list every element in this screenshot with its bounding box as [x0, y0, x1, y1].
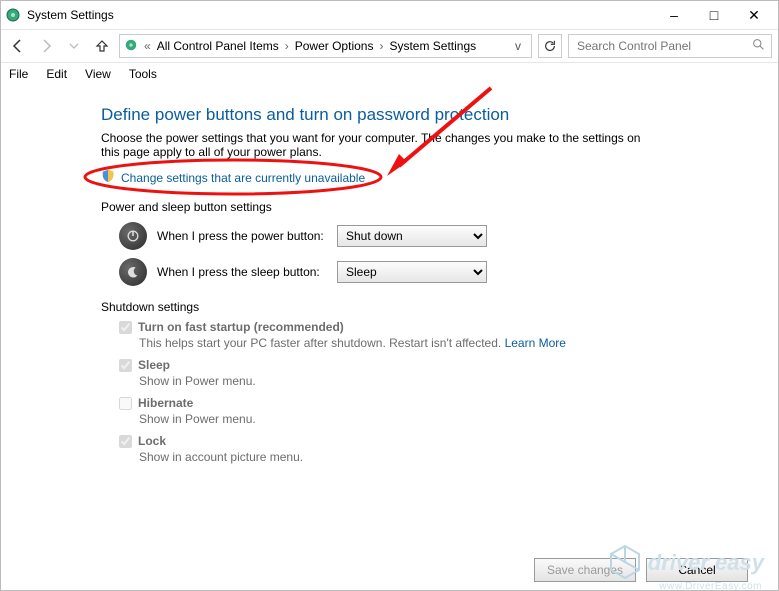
breadcrumb[interactable]: Power Options: [295, 39, 374, 53]
lock-checkbox[interactable]: [119, 435, 132, 448]
search-icon[interactable]: [752, 38, 765, 54]
page-intro: Choose the power settings that you want …: [101, 131, 661, 159]
sleep-button-label: When I press the sleep button:: [157, 265, 327, 279]
sleep-desc: Show in Power menu.: [139, 374, 758, 388]
menu-tools[interactable]: Tools: [129, 67, 157, 81]
fast-startup-label: Turn on fast startup (recommended): [138, 320, 344, 334]
breadcrumb-sep: «: [142, 39, 153, 53]
power-icon: [119, 222, 147, 250]
minimize-button[interactable]: –: [654, 1, 694, 29]
search-input[interactable]: [575, 38, 752, 54]
search-box[interactable]: [568, 34, 772, 58]
maximize-button[interactable]: □: [694, 1, 734, 29]
cancel-button[interactable]: Cancel: [646, 558, 748, 582]
section-power-sleep: Power and sleep button settings: [101, 200, 758, 214]
address-dropdown-icon[interactable]: v: [509, 39, 527, 53]
chevron-right-icon[interactable]: ›: [377, 39, 385, 53]
save-button[interactable]: Save changes: [534, 558, 636, 582]
forward-button[interactable]: [35, 35, 57, 57]
menu-edit[interactable]: Edit: [46, 67, 67, 81]
window-title: System Settings: [27, 8, 654, 22]
back-button[interactable]: [7, 35, 29, 57]
hibernate-desc: Show in Power menu.: [139, 412, 758, 426]
close-button[interactable]: ✕: [734, 1, 774, 29]
lock-desc: Show in account picture menu.: [139, 450, 758, 464]
fast-startup-desc: This helps start your PC faster after sh…: [139, 336, 505, 350]
shield-icon: [101, 169, 115, 186]
breadcrumb[interactable]: All Control Panel Items: [157, 39, 279, 53]
hibernate-checkbox[interactable]: [119, 397, 132, 410]
location-icon: [124, 38, 138, 55]
page-title: Define power buttons and turn on passwor…: [101, 105, 758, 125]
address-bar[interactable]: « All Control Panel Items › Power Option…: [119, 34, 532, 58]
breadcrumb[interactable]: System Settings: [389, 39, 476, 53]
menu-view[interactable]: View: [85, 67, 111, 81]
change-settings-link[interactable]: Change settings that are currently unava…: [121, 171, 365, 185]
sleep-checkbox[interactable]: [119, 359, 132, 372]
hibernate-label: Hibernate: [138, 396, 193, 410]
up-button[interactable]: [91, 35, 113, 57]
sleep-button-select[interactable]: Do nothingSleepHibernateShut downTurn of…: [337, 261, 487, 283]
learn-more-link[interactable]: Learn More: [505, 336, 566, 350]
power-button-select[interactable]: Do nothingSleepHibernateShut downTurn of…: [337, 225, 487, 247]
menu-file[interactable]: File: [9, 67, 28, 81]
section-shutdown: Shutdown settings: [101, 300, 758, 314]
power-button-label: When I press the power button:: [157, 229, 327, 243]
sleep-label: Sleep: [138, 358, 170, 372]
fast-startup-checkbox[interactable]: [119, 321, 132, 334]
chevron-right-icon[interactable]: ›: [283, 39, 291, 53]
app-icon: [5, 7, 21, 23]
refresh-button[interactable]: [538, 34, 562, 58]
lock-label: Lock: [138, 434, 166, 448]
menu-bar: File Edit View Tools: [1, 63, 778, 85]
recent-dropdown-icon[interactable]: [63, 35, 85, 57]
sleep-icon: [119, 258, 147, 286]
